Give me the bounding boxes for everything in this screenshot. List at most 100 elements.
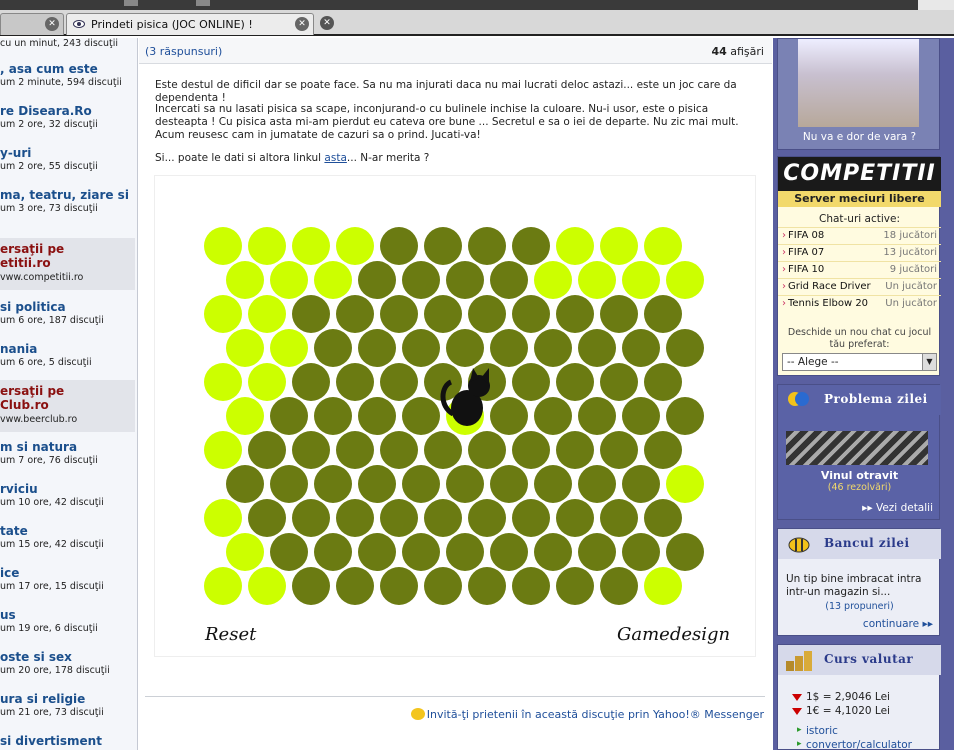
game-cell[interactable]	[204, 295, 242, 333]
game-cell[interactable]	[424, 499, 462, 537]
game-cell[interactable]	[512, 431, 550, 469]
game-cell[interactable]	[468, 499, 506, 537]
game-cell[interactable]	[644, 295, 682, 333]
game-cell[interactable]	[248, 431, 286, 469]
game-cell[interactable]	[600, 227, 638, 265]
game-cell[interactable]	[512, 567, 550, 605]
sidebar-item-title[interactable]: , asa cum este	[0, 62, 98, 76]
game-cell[interactable]	[336, 431, 374, 469]
game-cell[interactable]	[644, 567, 682, 605]
sidebar-item-title[interactable]: ura si religie	[0, 692, 85, 706]
game-cell[interactable]	[468, 227, 506, 265]
sidebar-item-title[interactable]: ma, teatru, ziare si	[0, 188, 129, 202]
photo-caption[interactable]: Nu va e dor de vara ?	[778, 131, 941, 143]
game-cell[interactable]	[512, 363, 550, 401]
game-cell[interactable]	[270, 329, 308, 367]
game-cell[interactable]	[578, 329, 616, 367]
chat-row[interactable]: Tennis Elbow 20 Un jucător	[778, 295, 941, 311]
game-cell[interactable]	[402, 533, 440, 571]
beach-photo[interactable]	[798, 39, 919, 127]
game-cell[interactable]	[292, 227, 330, 265]
game-cell[interactable]	[204, 227, 242, 265]
close-tab-icon[interactable]: ✕	[295, 17, 309, 31]
game-cell[interactable]	[446, 261, 484, 299]
game-cell[interactable]	[358, 533, 396, 571]
sidebar-item[interactable]: rviciu um 10 ore, 42 discuţii	[0, 482, 135, 522]
game-cell[interactable]	[644, 363, 682, 401]
game-cell[interactable]	[380, 499, 418, 537]
game-cell[interactable]	[204, 431, 242, 469]
game-cell[interactable]	[402, 465, 440, 503]
sidebar-item-title[interactable]: si politica	[0, 300, 66, 314]
sidebar-item[interactable]: nania um 6 ore, 5 discuţii	[0, 342, 135, 382]
chat-game[interactable]: FIFA 10	[782, 264, 824, 275]
game-cell[interactable]	[248, 227, 286, 265]
sidebar-item[interactable]: m si natura um 7 ore, 76 discuţii	[0, 440, 135, 480]
photo-box[interactable]: Nu va e dor de vara ?	[777, 38, 940, 150]
replies-link[interactable]: (3 răspunsuri)	[145, 45, 222, 58]
catch-the-cat-game[interactable]: Reset Gamedesign	[154, 175, 756, 657]
game-cell[interactable]	[226, 465, 264, 503]
invite-text[interactable]: Invită-ţi prietenii în această discuţie …	[427, 708, 764, 721]
game-cell[interactable]	[358, 329, 396, 367]
game-cell[interactable]	[578, 533, 616, 571]
game-cell[interactable]	[490, 533, 528, 571]
game-cell[interactable]	[468, 431, 506, 469]
game-cell[interactable]	[468, 295, 506, 333]
sidebar-item-title[interactable]: ersaţii pe etitii.ro	[0, 242, 64, 270]
game-cell[interactable]	[490, 329, 528, 367]
close-tab-icon[interactable]: ✕	[45, 17, 59, 31]
game-cell[interactable]	[666, 329, 704, 367]
tab-active[interactable]: Prindeti pisica (JOC ONLINE) ! ✕	[66, 13, 314, 35]
game-cell[interactable]	[534, 329, 572, 367]
chat-game[interactable]: Tennis Elbow 20	[782, 298, 868, 309]
problem-image[interactable]	[786, 431, 928, 465]
reset-button[interactable]: Reset	[205, 624, 256, 645]
game-cell[interactable]	[424, 431, 462, 469]
sidebar-item-title[interactable]: y-uri	[0, 146, 31, 160]
game-cell[interactable]	[314, 465, 352, 503]
asta-link[interactable]: asta	[324, 152, 346, 164]
sidebar-item[interactable]: ma, teatru, ziare si um 3 ore, 73 discuţi…	[0, 188, 135, 228]
game-cell[interactable]	[666, 465, 704, 503]
game-cell[interactable]	[402, 397, 440, 435]
game-cell[interactable]	[424, 295, 462, 333]
game-cell[interactable]	[226, 397, 264, 435]
game-cell[interactable]	[534, 533, 572, 571]
game-cell[interactable]	[402, 329, 440, 367]
sidebar-item[interactable]: ice um 17 ore, 15 discuţii	[0, 566, 135, 606]
game-cell[interactable]	[600, 499, 638, 537]
chat-game[interactable]: FIFA 07	[782, 247, 824, 258]
game-cell[interactable]	[248, 567, 286, 605]
sidebar-item-title[interactable]: tate	[0, 524, 28, 538]
game-cell[interactable]	[468, 567, 506, 605]
details-label[interactable]: Vezi detalii	[876, 502, 933, 514]
converter-link[interactable]: convertor/calculator	[797, 739, 912, 750]
game-cell[interactable]	[644, 499, 682, 537]
game-cell[interactable]	[512, 227, 550, 265]
game-cell[interactable]	[314, 329, 352, 367]
game-cell[interactable]	[226, 261, 264, 299]
game-cell[interactable]	[490, 465, 528, 503]
game-cell[interactable]	[578, 465, 616, 503]
yahoo-invite-link[interactable]: Invită-ţi prietenii în această discuţie …	[410, 708, 764, 721]
toolbar-button[interactable]	[124, 0, 138, 6]
game-cell[interactable]	[204, 499, 242, 537]
sidebar-item[interactable]: y-uri um 2 ore, 55 discuţii	[0, 146, 135, 186]
game-cell[interactable]	[292, 567, 330, 605]
sidebar-item[interactable]: ersaţii pe etitii.ro vww.competitii.ro	[0, 238, 135, 290]
chat-row[interactable]: Grid Race Driver Un jucător	[778, 278, 941, 294]
sidebar-item-title[interactable]: rviciu	[0, 482, 38, 496]
game-cell[interactable]	[380, 295, 418, 333]
game-cell[interactable]	[622, 261, 660, 299]
game-cell[interactable]	[358, 261, 396, 299]
game-cell[interactable]	[644, 227, 682, 265]
game-cell[interactable]	[666, 397, 704, 435]
game-cell[interactable]	[600, 295, 638, 333]
game-cell[interactable]	[600, 363, 638, 401]
sidebar-item-title[interactable]: oste si sex	[0, 650, 72, 664]
game-cell[interactable]	[292, 363, 330, 401]
tab-previous[interactable]: ✕	[0, 13, 64, 35]
problem-name[interactable]: Vinul otravit	[778, 469, 941, 482]
game-cell[interactable]	[204, 567, 242, 605]
